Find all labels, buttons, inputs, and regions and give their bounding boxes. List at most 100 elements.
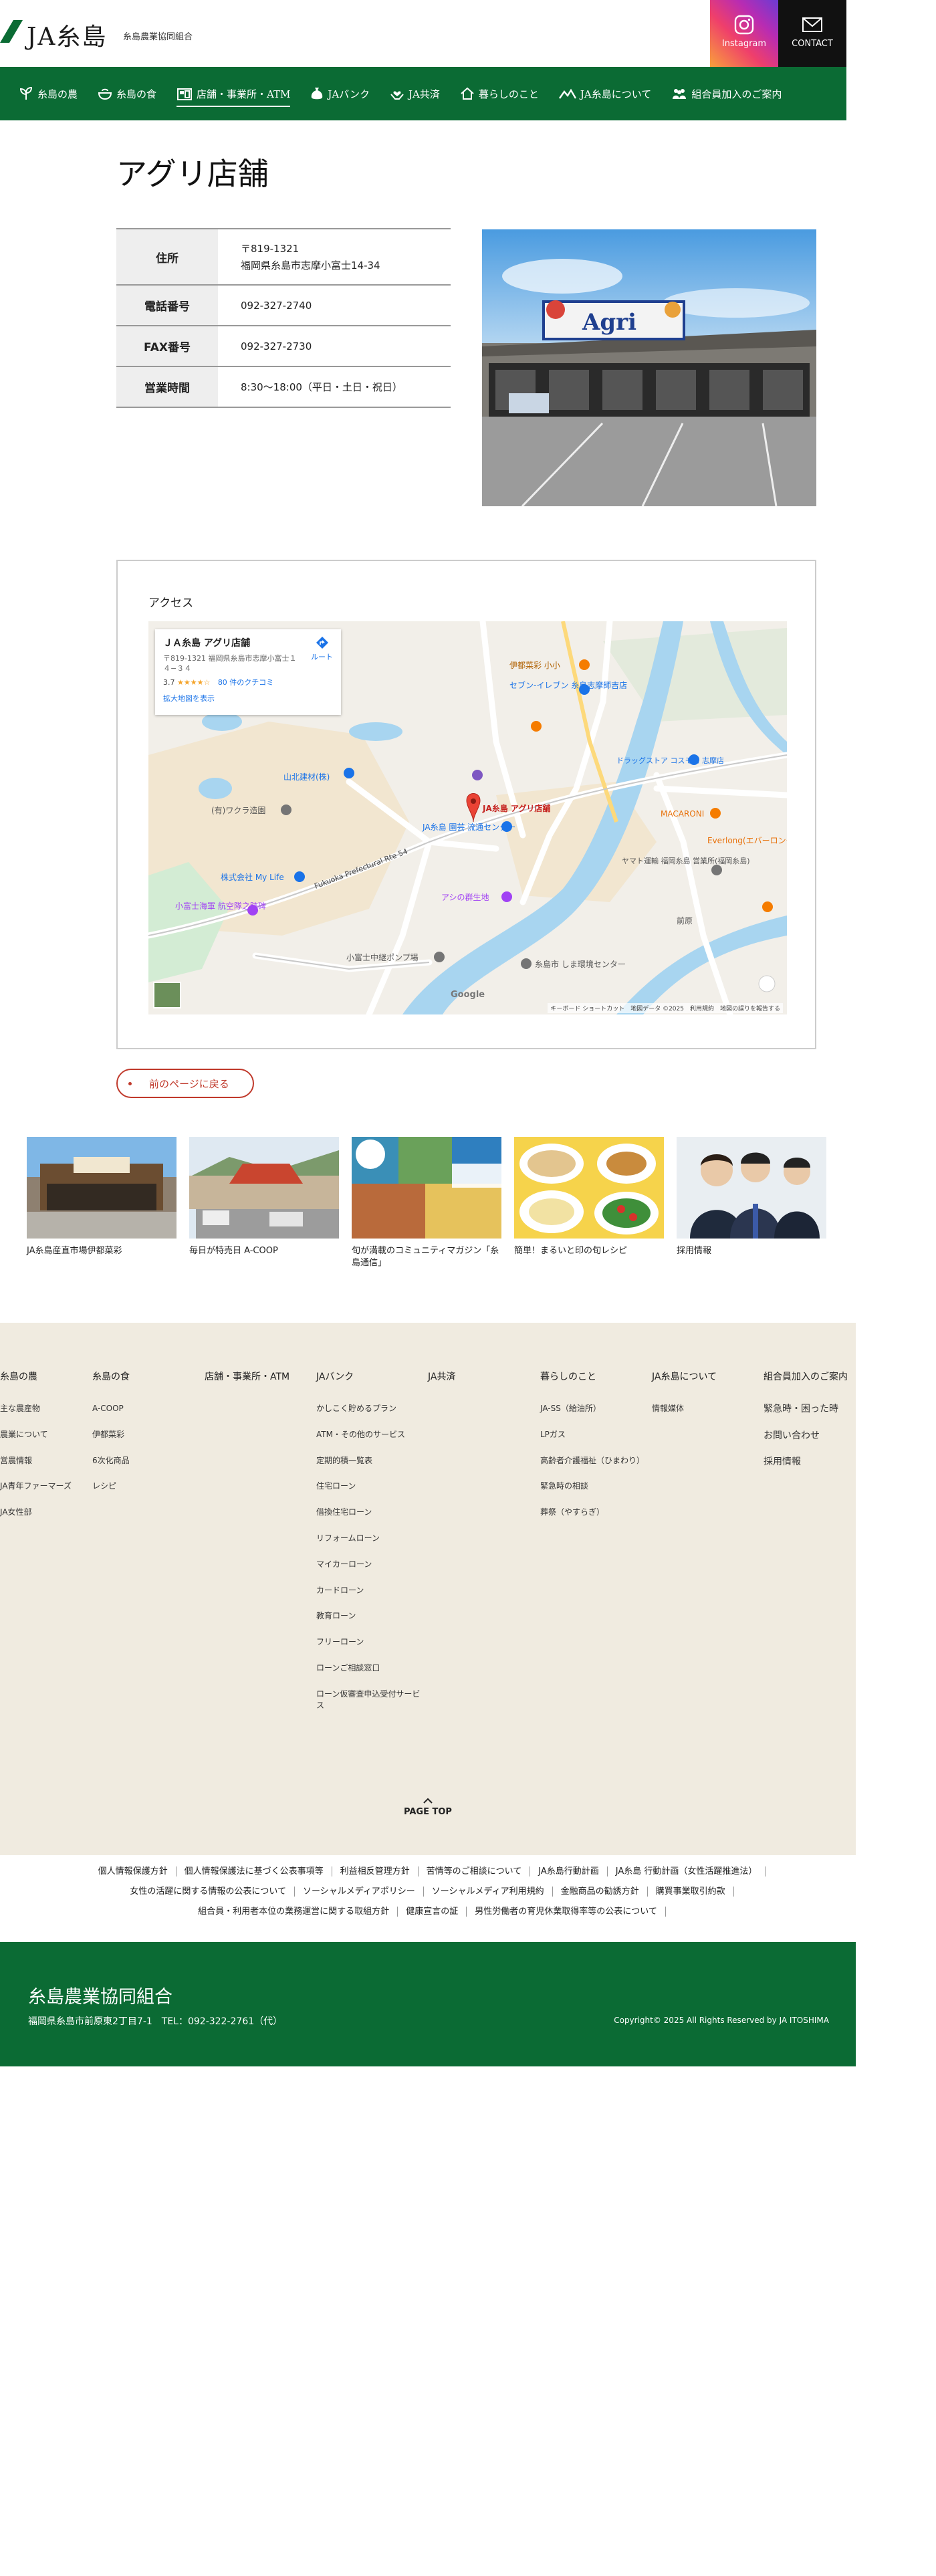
back-button[interactable]: 前のページに戻る — [116, 1069, 254, 1098]
table-row-fax: FAX番号 092-327-2730 — [116, 326, 451, 366]
sitemap-heading[interactable]: JAバンク — [316, 1370, 423, 1383]
sitemap-heading[interactable]: 糸島の食 — [92, 1370, 130, 1383]
sitemap-link[interactable]: 葬祭（やすらぎ） — [540, 1507, 645, 1518]
policy-link[interactable]: 個人情報保護法に基づく公表事項等 — [176, 1866, 332, 1876]
nav-item-kyosai[interactable]: JA共済 — [390, 67, 440, 120]
sitemap-link[interactable]: 緊急時・困った時 — [764, 1403, 848, 1416]
sitemap-link[interactable]: 6次化商品 — [92, 1455, 130, 1467]
policy-link[interactable]: ソーシャルメディアポリシー — [294, 1887, 424, 1897]
sitemap-link[interactable]: 借換住宅ローン — [316, 1507, 423, 1518]
sitemap-link[interactable]: 教育ローン — [316, 1610, 423, 1622]
nav-item-membership[interactable]: 組合員加入のご案内 — [671, 67, 782, 120]
policy-link[interactable]: 利益相反管理方針 — [332, 1866, 419, 1876]
banner-itosaikaen[interactable]: JA糸島産直市場伊都菜彩 — [27, 1137, 177, 1269]
policy-link[interactable]: 購買事業取引約款 — [647, 1887, 734, 1897]
tel-value[interactable]: 092-327-2740 — [218, 285, 451, 326]
sitemap-link[interactable]: 緊急時の相談 — [540, 1481, 645, 1492]
sitemap-link[interactable]: かしこく貯めるプラン — [316, 1403, 423, 1414]
nav-item-stores[interactable]: 店舗・事業所・ATM — [177, 67, 291, 120]
sitemap-link[interactable]: 高齢者介護福祉（ひまわり） — [540, 1455, 645, 1467]
sitemap-col-agriculture: 糸島の農 主な農産物 農業について 営農情報 JA青年ファーマーズ JA女性部 — [0, 1370, 72, 1533]
hours-label: 営業時間 — [116, 366, 218, 407]
sitemap-link[interactable]: ローン仮審査申込受付サービス — [316, 1689, 423, 1711]
nav-item-living[interactable]: 暮らしのこと — [460, 67, 539, 120]
sitemap-link[interactable]: 営農情報 — [0, 1455, 72, 1467]
sitemap-heading[interactable]: JA共済 — [428, 1370, 455, 1383]
sitemap-link[interactable]: 情報媒体 — [652, 1403, 717, 1414]
store-photo: Agri — [482, 229, 816, 506]
site-footer: 糸島農業協同組合 福岡県糸島市前原東2丁目7-1 TEL：092-322-276… — [0, 1942, 856, 2066]
footer-sitemap: 糸島の農 主な農産物 農業について 営農情報 JA青年ファーマーズ JA女性部 … — [0, 1323, 856, 1855]
reviews-link[interactable]: 80 件のクチコミ — [218, 678, 274, 687]
map-label-drugstore: ドラッグストア コスモス 志摩店 — [616, 756, 724, 765]
banner-recruit[interactable]: 採用情報 — [677, 1137, 826, 1269]
contact-button[interactable]: CONTACT — [778, 0, 846, 67]
instagram-icon — [734, 15, 754, 35]
sitemap-heading[interactable]: JA糸島について — [652, 1370, 717, 1383]
nav-item-about[interactable]: JA糸島について — [558, 67, 651, 120]
site-logo-subtitle: 糸島農業協同組合 — [123, 32, 193, 42]
sitemap-link[interactable]: お問い合わせ — [764, 1430, 848, 1443]
chevron-up-icon — [423, 1798, 433, 1804]
policy-links: 個人情報保護方針 個人情報保護法に基づく公表事項等 利益相反管理方針 苦情等のご相談に… — [0, 1855, 856, 1939]
sitemap-link[interactable]: フリーローン — [316, 1636, 423, 1648]
nav-item-bank[interactable]: JAバンク — [310, 67, 370, 120]
sitemap-heading[interactable]: 暮らしのこと — [540, 1370, 645, 1383]
map-label-mylife: 株式会社 My Life — [221, 872, 284, 882]
address-value: 〒819-1321 福岡県糸島市志摩小富士14-34 — [218, 229, 451, 285]
nav-item-agriculture[interactable]: 糸島の農 — [19, 67, 78, 120]
sitemap-link[interactable]: 定期的積一覧表 — [316, 1455, 423, 1467]
footer-address: 福岡県糸島市前原東2丁目7-1 TEL：092-322-2761（代） — [28, 2016, 283, 2027]
banner-acoop[interactable]: 毎日が特売日 A-COOP — [189, 1137, 339, 1269]
map-label-kofuji: 小富士海軍 航空隊之跡碑 — [175, 901, 266, 911]
policy-link[interactable]: 健康宣言の証 — [398, 1907, 467, 1917]
policy-link[interactable]: 組合員・利用者本位の業務運営に関する取組方針 — [190, 1907, 398, 1917]
sitemap-link[interactable]: JA-SS（給油所） — [540, 1403, 645, 1414]
sitemap-link[interactable]: 農業について — [0, 1429, 72, 1440]
policy-row: 個人情報保護方針 個人情報保護法に基づく公表事項等 利益相反管理方針 苦情等のご相談に… — [0, 1862, 856, 1882]
policy-link[interactable]: 女性の活躍に関する情報の公表について — [122, 1887, 295, 1897]
instagram-button[interactable]: Instagram — [710, 0, 778, 67]
banner-itoshima-tsushin[interactable]: 旬が満載のコミュニティマガジン「糸島通信」 — [352, 1137, 501, 1269]
page-top-button[interactable]: PAGE TOP — [404, 1798, 452, 1817]
site-logo[interactable]: JA糸島 — [27, 17, 107, 52]
nav-label: 店舗・事業所・ATM — [197, 88, 291, 100]
sitemap-link[interactable]: リフォームローン — [316, 1533, 423, 1544]
banner-recipe[interactable]: 簡単！まるいと印の旬レシピ — [514, 1137, 664, 1269]
sitemap-link[interactable]: LPガス — [540, 1429, 645, 1440]
map-label-center: JA糸島 園芸 流通センター — [422, 822, 515, 832]
map-footer-links[interactable]: キーボード ショートカット 地図データ ©2025 利用規約 地図の誤りを報告す… — [548, 1003, 783, 1013]
sitemap-link[interactable]: JA青年ファーマーズ — [0, 1481, 72, 1492]
sitemap-heading[interactable]: 糸島の農 — [0, 1370, 72, 1383]
sitemap-heading[interactable]: 店舗・事業所・ATM — [205, 1370, 289, 1383]
policy-link[interactable]: 男性労働者の育児休業取得率等の公表について — [467, 1907, 666, 1917]
nav-item-food[interactable]: 糸島の食 — [98, 67, 156, 120]
google-map[interactable]: JA糸島 アグリ店舗 伊都菜彩 ⼩⼩ セブン-イレブン 糸島志摩師吉店 山北建材… — [148, 621, 787, 1014]
sitemap-link[interactable]: 住宅ローン — [316, 1481, 423, 1492]
sitemap-link[interactable]: ローンご相談窓口 — [316, 1662, 423, 1674]
sitemap-link[interactable]: ATM・その他のサービス — [316, 1429, 423, 1440]
policy-link[interactable]: 苦情等のご相談について — [418, 1866, 531, 1876]
sitemap-link[interactable]: 採用情報 — [764, 1456, 848, 1469]
policy-link[interactable]: 金融商品の勧誘方針 — [552, 1887, 648, 1897]
route-button[interactable]: ルート — [311, 636, 333, 662]
star-rating-icon: ★★★★☆ — [177, 677, 211, 687]
policy-link[interactable]: 個人情報保護方針 — [90, 1866, 177, 1876]
sitemap-link[interactable]: カードローン — [316, 1585, 423, 1596]
sitemap-link[interactable]: マイカーローン — [316, 1559, 423, 1570]
sitemap-link[interactable]: JA女性部 — [0, 1507, 72, 1518]
contact-label: CONTACT — [792, 39, 833, 49]
sitemap-link[interactable]: 伊都菜彩 — [92, 1429, 130, 1440]
policy-link[interactable]: JA糸島 行動計画（女性活躍推進法） — [607, 1866, 766, 1876]
people-icon — [673, 89, 687, 99]
policy-link[interactable]: ソーシャルメディア利用規約 — [423, 1887, 553, 1897]
policy-link[interactable]: JA糸島行動計画 — [530, 1866, 608, 1876]
sitemap-link[interactable]: レシピ — [92, 1481, 130, 1492]
heart-hands-icon — [390, 91, 404, 100]
enlarge-map-link[interactable]: 拡大地図を表示 — [163, 693, 333, 704]
sitemap-link[interactable]: A-COOP — [92, 1403, 130, 1414]
ja-logo-mark-icon[interactable] — [0, 20, 23, 43]
sitemap-link[interactable]: 主な農産物 — [0, 1403, 72, 1414]
sitemap-heading[interactable]: 組合員加入のご案内 — [764, 1370, 848, 1383]
rating-value: 3.7 — [163, 677, 175, 687]
